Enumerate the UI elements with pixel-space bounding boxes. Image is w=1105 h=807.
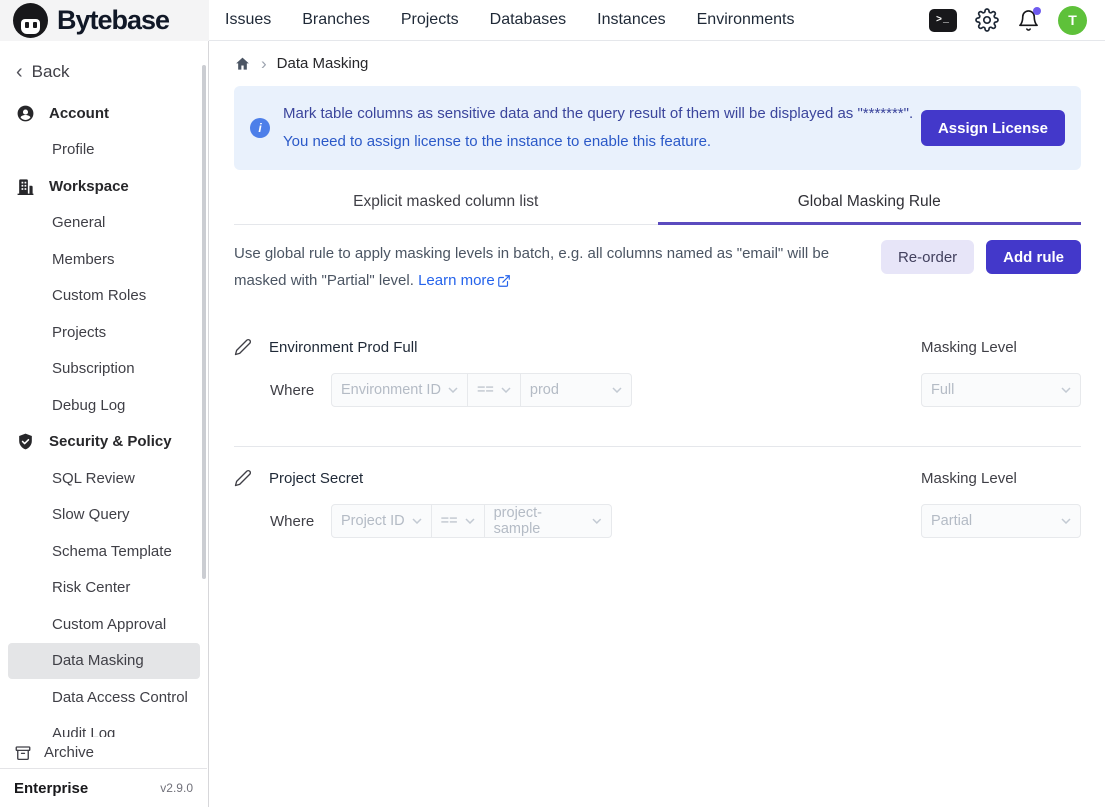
- masking-level-label: Masking Level: [921, 466, 1081, 490]
- user-icon: [16, 104, 35, 123]
- sidebar-scrollbar[interactable]: [202, 65, 206, 579]
- chevron-down-icon: [465, 518, 475, 524]
- archive-label: Archive: [44, 744, 94, 761]
- building-icon: [16, 177, 35, 196]
- sidebar-item-sql-review[interactable]: SQL Review: [8, 460, 200, 497]
- chevron-down-icon: [412, 518, 422, 524]
- back-button[interactable]: ‹ Back: [0, 41, 208, 95]
- chevron-down-icon: [1061, 387, 1071, 393]
- sidebar-item-risk-center[interactable]: Risk Center: [8, 570, 200, 607]
- app-version: v2.9.0: [160, 781, 193, 795]
- archive-box-icon: [14, 744, 32, 762]
- external-link-icon: [497, 274, 511, 288]
- nav-projects[interactable]: Projects: [401, 11, 459, 29]
- masking-rule-row: Project Secret Where Project ID ==: [234, 466, 1081, 538]
- rule-title: Environment Prod Full: [269, 339, 417, 356]
- tab-explicit-masked-column-list[interactable]: Explicit masked column list: [234, 193, 658, 225]
- sidebar-item-schema-template[interactable]: Schema Template: [8, 533, 200, 570]
- sidebar-item-profile[interactable]: Profile: [8, 132, 200, 169]
- edit-pencil-icon[interactable]: [234, 469, 252, 487]
- nav-instances[interactable]: Instances: [597, 11, 665, 29]
- rule-condition-group: Project ID == project-sample: [331, 504, 612, 538]
- nav-issues[interactable]: Issues: [225, 11, 271, 29]
- reorder-button[interactable]: Re-order: [881, 240, 974, 274]
- nav-branches[interactable]: Branches: [302, 11, 370, 29]
- bytebase-logo-icon: [13, 3, 48, 38]
- where-label: Where: [270, 382, 315, 399]
- condition-operator-select[interactable]: ==: [468, 373, 521, 407]
- chevron-down-icon: [612, 387, 622, 393]
- chevron-down-icon: [501, 387, 511, 393]
- notifications-bell-icon[interactable]: [1017, 9, 1040, 32]
- user-avatar[interactable]: T: [1058, 6, 1087, 35]
- sidebar-item-debug-log[interactable]: Debug Log: [8, 387, 200, 424]
- masking-level-label: Masking Level: [921, 335, 1081, 359]
- brand-logo[interactable]: Bytebase: [0, 0, 209, 41]
- sidebar-section-workspace: Workspace: [0, 168, 208, 205]
- license-info-banner: i Mark table columns as sensitive data a…: [234, 86, 1081, 170]
- sidebar-section-account: Account: [0, 95, 208, 132]
- sidebar-item-projects[interactable]: Projects: [8, 314, 200, 351]
- condition-field-select[interactable]: Environment ID: [331, 373, 468, 407]
- masking-level-select[interactable]: Partial: [921, 504, 1081, 538]
- plan-name: Enterprise: [14, 780, 88, 797]
- breadcrumb-separator: ›: [261, 54, 267, 74]
- nav-environments[interactable]: Environments: [697, 11, 795, 29]
- sidebar-item-members[interactable]: Members: [8, 241, 200, 278]
- info-icon: i: [250, 118, 270, 138]
- notification-dot: [1033, 7, 1041, 15]
- rule-title: Project Secret: [269, 470, 363, 487]
- masking-level-select[interactable]: Full: [921, 373, 1081, 407]
- nav-databases[interactable]: Databases: [490, 11, 567, 29]
- settings-gear-icon[interactable]: [975, 8, 999, 32]
- chevron-down-icon: [448, 387, 458, 393]
- chevron-down-icon: [592, 518, 602, 524]
- sql-editor-icon[interactable]: >_: [929, 9, 957, 32]
- plan-footer: Enterprise v2.9.0: [0, 768, 207, 807]
- chevron-down-icon: [1061, 518, 1071, 524]
- data-masking-page: › Data Masking i Mark table columns as s…: [210, 41, 1105, 807]
- rule-divider: [234, 446, 1081, 447]
- banner-line2: You need to assign license to the instan…: [283, 128, 921, 156]
- rule-condition-group: Environment ID == prod: [331, 373, 632, 407]
- masking-tabs: Explicit masked column list Global Maski…: [234, 193, 1081, 225]
- back-label: Back: [32, 62, 70, 82]
- brand-wordmark: Bytebase: [57, 5, 169, 36]
- sidebar-item-general[interactable]: General: [8, 205, 200, 242]
- condition-value-select[interactable]: project-sample: [485, 504, 612, 538]
- assign-license-button[interactable]: Assign License: [921, 110, 1065, 146]
- condition-value-select[interactable]: prod: [521, 373, 632, 407]
- global-rule-description: Use global rule to apply masking levels …: [234, 240, 869, 294]
- top-navigation: Issues Branches Projects Databases Insta…: [209, 0, 1105, 41]
- breadcrumb: › Data Masking: [234, 41, 1081, 86]
- sidebar-item-slow-query[interactable]: Slow Query: [8, 497, 200, 534]
- chevron-left-icon: ‹: [16, 65, 23, 79]
- sidebar-item-subscription[interactable]: Subscription: [8, 351, 200, 388]
- sidebar-item-custom-roles[interactable]: Custom Roles: [8, 278, 200, 315]
- sidebar-item-data-masking[interactable]: Data Masking: [8, 643, 200, 680]
- banner-line1: Mark table columns as sensitive data and…: [283, 100, 921, 128]
- shield-icon: [16, 432, 35, 451]
- archive-button[interactable]: Archive: [0, 737, 207, 768]
- condition-field-select[interactable]: Project ID: [331, 504, 432, 538]
- home-icon[interactable]: [234, 56, 251, 72]
- masking-rule-row: Environment Prod Full Where Environment …: [234, 335, 1081, 407]
- breadcrumb-current: Data Masking: [277, 55, 369, 72]
- where-label: Where: [270, 513, 315, 530]
- condition-operator-select[interactable]: ==: [432, 504, 485, 538]
- sidebar-item-data-access-control[interactable]: Data Access Control: [8, 679, 200, 716]
- settings-sidebar: ‹ Back Account Profile Workspace General…: [0, 41, 209, 807]
- tab-global-masking-rule[interactable]: Global Masking Rule: [658, 193, 1082, 225]
- learn-more-link[interactable]: Learn more: [418, 267, 511, 294]
- masking-rules-list: Environment Prod Full Where Environment …: [234, 335, 1081, 538]
- sidebar-section-security-policy: Security & Policy: [0, 424, 208, 461]
- edit-pencil-icon[interactable]: [234, 338, 252, 356]
- sidebar-item-custom-approval[interactable]: Custom Approval: [8, 606, 200, 643]
- add-rule-button[interactable]: Add rule: [986, 240, 1081, 274]
